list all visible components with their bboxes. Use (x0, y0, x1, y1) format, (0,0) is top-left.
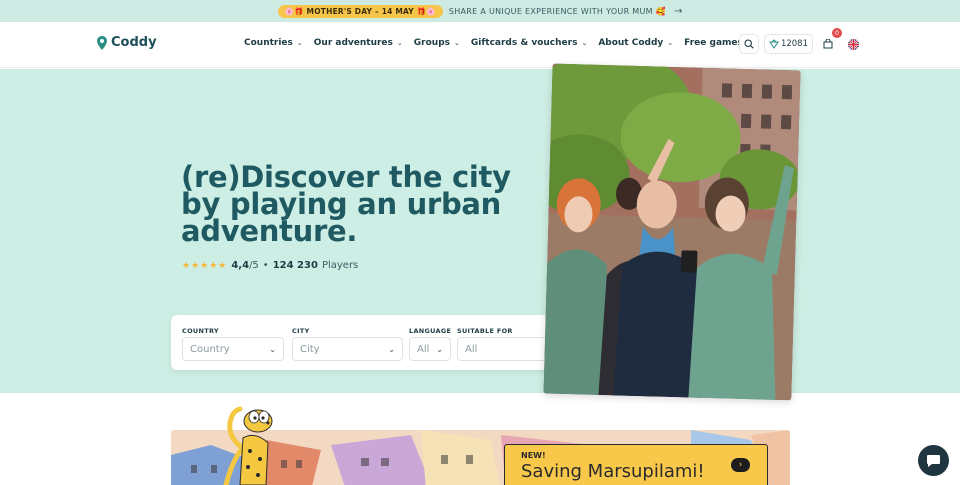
hero-photo (543, 63, 801, 401)
star-rating-icon: ★★★★★ (182, 260, 228, 271)
language-switcher[interactable] (843, 34, 863, 54)
uk-flag-icon (847, 38, 859, 50)
nav-label: Free games (684, 38, 743, 48)
country-label: COUNTRY (182, 327, 219, 335)
city-label: CITY (292, 327, 310, 335)
city-value: City (300, 343, 320, 355)
nav-giftcards[interactable]: Giftcards & vouchers ⌄ (471, 38, 587, 48)
nav-about-coddy[interactable]: About Coddy ⌄ (598, 38, 673, 48)
city-select[interactable]: City ⌄ (292, 337, 403, 361)
points-icon (769, 39, 779, 49)
country-value: Country (190, 343, 230, 355)
language-select[interactable]: All ⌄ (409, 337, 451, 361)
promo-pill[interactable]: 🌸🎁 MOTHER'S DAY – 14 MAY 🎁🌸 (277, 4, 443, 18)
players-label: Players (321, 260, 359, 271)
promo-title: Saving Marsupilami! (521, 461, 705, 482)
site-header: Coddy Countries ⌄ Our adventures ⌄ Group… (0, 22, 960, 68)
nav-label: Countries (244, 38, 293, 48)
nav-label: Our adventures (313, 38, 393, 48)
arrow-right-icon[interactable]: → (674, 6, 682, 17)
new-badge: NEW! (521, 451, 546, 460)
logo[interactable]: Coddy (97, 35, 157, 50)
location-pin-icon (97, 35, 107, 50)
chevron-down-icon: ⌄ (296, 39, 303, 47)
marsupilami-mascot (223, 406, 273, 485)
search-icon (744, 39, 754, 49)
players-count: 124 230 (272, 260, 318, 271)
hero-section: (re)Discover the city by playing an urba… (0, 69, 960, 393)
nav-groups[interactable]: Groups ⌄ (414, 38, 460, 48)
chevron-right-icon[interactable]: › (731, 458, 750, 472)
points-count: 12081 (780, 39, 808, 49)
chevron-down-icon: ⌄ (454, 39, 460, 47)
cart-button[interactable]: 0 (818, 28, 842, 54)
nav-our-adventures[interactable]: Our adventures ⌄ (314, 38, 403, 48)
promo-card[interactable]: NEW! Saving Marsupilami! › (504, 444, 768, 485)
rating-summary: ★★★★★ 4,4/5 • 124 230 Players (182, 260, 358, 271)
nav-label: Giftcards & vouchers (470, 38, 578, 48)
nav-free-games[interactable]: Free games (684, 38, 743, 48)
announcement-bar[interactable]: 🌸🎁 MOTHER'S DAY – 14 MAY 🎁🌸 SHARE A UNIQ… (0, 0, 960, 22)
header-actions: 12081 0 (738, 28, 863, 54)
main-nav: Countries ⌄ Our adventures ⌄ Groups ⌄ Gi… (244, 38, 743, 48)
chevron-down-icon: ⌄ (436, 344, 443, 354)
chevron-down-icon: ⌄ (396, 39, 403, 47)
hero-title: (re)Discover the city by playing an urba… (181, 160, 511, 248)
brand-name: Coddy (111, 35, 157, 50)
language-field: LANGUAGE All ⌄ (409, 327, 451, 361)
country-field: COUNTRY Country ⌄ (182, 327, 284, 361)
nav-label: About Coddy (598, 38, 664, 48)
group-pointing-photo (543, 63, 801, 401)
nav-countries[interactable]: Countries ⌄ (244, 38, 303, 48)
chevron-down-icon: ⌄ (667, 39, 674, 47)
language-value: All (417, 343, 430, 355)
language-label: LANGUAGE (409, 327, 452, 335)
chevron-down-icon: ⌄ (269, 344, 276, 354)
city-field: CITY City ⌄ (292, 327, 403, 361)
search-button[interactable] (738, 34, 759, 54)
chat-bubble-icon (927, 454, 940, 467)
shopping-bag-icon (823, 39, 833, 49)
chevron-down-icon: ⌄ (581, 39, 588, 47)
rating-value: 4,4 (231, 260, 250, 271)
rating-scale: /5 (249, 260, 259, 271)
cart-count-badge: 0 (832, 28, 842, 38)
suitable-for-value: All (465, 343, 478, 355)
chevron-down-icon: ⌄ (388, 344, 395, 354)
chat-button[interactable] (918, 445, 949, 476)
promo-text[interactable]: SHARE A UNIQUE EXPERIENCE WITH YOUR MUM … (449, 7, 666, 16)
separator: • (262, 260, 269, 271)
country-select[interactable]: Country ⌄ (182, 337, 284, 361)
points-button[interactable]: 12081 (763, 34, 813, 54)
nav-label: Groups (413, 38, 450, 48)
